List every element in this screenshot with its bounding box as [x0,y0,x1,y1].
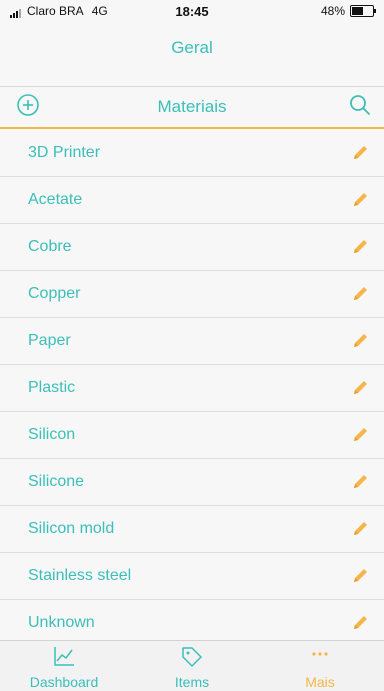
pencil-edit-icon[interactable] [350,378,370,398]
material-row[interactable]: Paper [0,318,384,365]
section-title: Materiais [157,97,227,116]
pencil-edit-icon[interactable] [350,472,370,492]
material-row[interactable]: Plastic [0,365,384,412]
material-name: Silicon [28,426,76,443]
material-name: 3D Printer [28,144,101,161]
tab-more[interactable]: Mais [256,641,384,691]
materials-list: 3D Printer Acetate Cobre Copper Paper Plastic… [0,130,384,647]
material-row[interactable]: Acetate [0,177,384,224]
material-row[interactable]: Stainless steel [0,553,384,600]
material-row[interactable]: Silicon [0,412,384,459]
tag-icon [182,647,202,667]
pencil-edit-icon[interactable] [350,519,370,539]
search-button[interactable] [348,93,372,117]
material-row[interactable]: Cobre [0,224,384,271]
material-name: Silicone [28,473,85,490]
battery-percent: 48% [320,4,345,18]
section-header: Materiais [0,86,384,129]
material-row[interactable]: Silicon mold [0,506,384,553]
more-dots-icon [312,652,328,656]
pencil-edit-icon[interactable] [350,284,370,304]
line-chart-icon [54,647,74,666]
material-row[interactable]: 3D Printer [0,130,384,177]
nav-title: Geral [171,38,213,57]
tab-items-label: Items [174,674,210,690]
pencil-edit-icon[interactable] [350,143,370,163]
tab-items[interactable]: Items [128,641,256,691]
pencil-edit-icon[interactable] [350,237,370,257]
tab-more-label: Mais [305,674,335,690]
battery-fill [352,7,363,15]
status-bar: Claro BRA 4G 18:45 48% [0,0,384,24]
material-name: Plastic [28,379,76,396]
material-name: Paper [28,332,71,349]
battery-icon [350,5,376,17]
pencil-edit-icon[interactable] [350,613,370,633]
material-name: Cobre [28,238,72,255]
tab-dashboard[interactable]: Dashboard [0,641,128,691]
material-name: Copper [28,285,81,302]
tab-dashboard-label: Dashboard [29,674,99,690]
battery-info: 48% [320,4,376,18]
material-row[interactable]: Silicone [0,459,384,506]
tab-bar: Dashboard Items Mais [0,640,384,691]
material-name: Silicon mold [28,520,115,537]
pencil-edit-icon[interactable] [350,190,370,210]
pencil-edit-icon[interactable] [350,331,370,351]
material-row[interactable]: Copper [0,271,384,318]
pencil-edit-icon[interactable] [350,566,370,586]
material-name: Acetate [28,191,83,208]
pencil-edit-icon[interactable] [350,425,370,445]
material-name: Stainless steel [28,567,132,584]
material-name: Unknown [28,614,95,631]
